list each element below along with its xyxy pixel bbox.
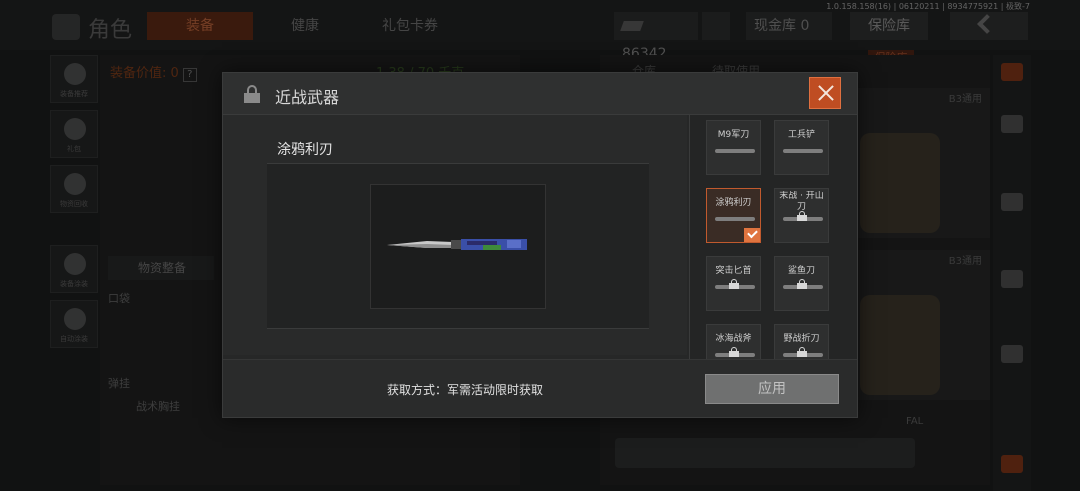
- lock-icon: [797, 211, 807, 221]
- lock-icon: [729, 347, 739, 357]
- weapon-thumb: [715, 149, 755, 153]
- close-button[interactable]: [809, 77, 841, 109]
- selected-weapon-name: 涂鸦利刃: [277, 142, 333, 158]
- weapon-cell-label: M9军刀: [717, 130, 750, 140]
- weapon-cell-label: 野战折刀: [783, 334, 820, 344]
- lock-icon: [797, 347, 807, 357]
- dialog-header: 近战武器: [223, 73, 857, 115]
- weapon-grid: M9军刀 工兵铲涂鸦利刃 末战 · 开山刀突击匕首 鲨鱼刀冰海战斧 野战折刀: [689, 115, 857, 359]
- check-icon: [744, 228, 760, 242]
- melee-weapon-dialog: 近战武器 涂鸦利刃 M9军刀 工兵铲 涂鸦利刃 末战 · 开山刀 突击匕首 鲨鱼刀 冰海战斧…: [222, 72, 858, 418]
- dialog-footer: 获取方式：军需活动限时获取 应用: [223, 359, 857, 417]
- lock-icon: [243, 85, 261, 103]
- weapon-cell[interactable]: 鲨鱼刀: [774, 256, 829, 311]
- weapon-cell[interactable]: 冰海战斧: [706, 324, 761, 359]
- lock-icon: [729, 279, 739, 289]
- graffiti-knife-image: [387, 239, 527, 250]
- weapon-thumb: [783, 149, 823, 153]
- weapon-cell[interactable]: 末战 · 开山刀: [774, 188, 829, 243]
- weapon-cell-label: 工兵铲: [787, 130, 815, 140]
- weapon-cell[interactable]: 野战折刀: [774, 324, 829, 359]
- weapon-cell-label: 末战 · 开山刀: [779, 191, 824, 212]
- apply-button[interactable]: 应用: [705, 374, 839, 404]
- weapon-cell[interactable]: M9军刀: [706, 120, 761, 175]
- weapon-cell-label: 涂鸦利刃: [715, 198, 752, 208]
- weapon-cell[interactable]: 突击匕首: [706, 256, 761, 311]
- acquire-method-text: 获取方式：军需活动限时获取: [387, 383, 544, 397]
- weapon-cell-label: 鲨鱼刀: [787, 266, 815, 276]
- weapon-thumb: [715, 217, 755, 221]
- weapon-preview-box: [370, 184, 546, 309]
- dialog-title: 近战武器: [275, 88, 340, 107]
- preview-area: [267, 163, 649, 329]
- weapon-cell[interactable]: 涂鸦利刃: [706, 188, 761, 243]
- weapon-cell[interactable]: 工兵铲: [774, 120, 829, 175]
- lock-icon: [797, 279, 807, 289]
- weapon-cell-label: 冰海战斧: [715, 334, 752, 344]
- weapon-preview-section: 涂鸦利刃: [223, 115, 687, 355]
- weapon-cell-label: 突击匕首: [715, 266, 752, 276]
